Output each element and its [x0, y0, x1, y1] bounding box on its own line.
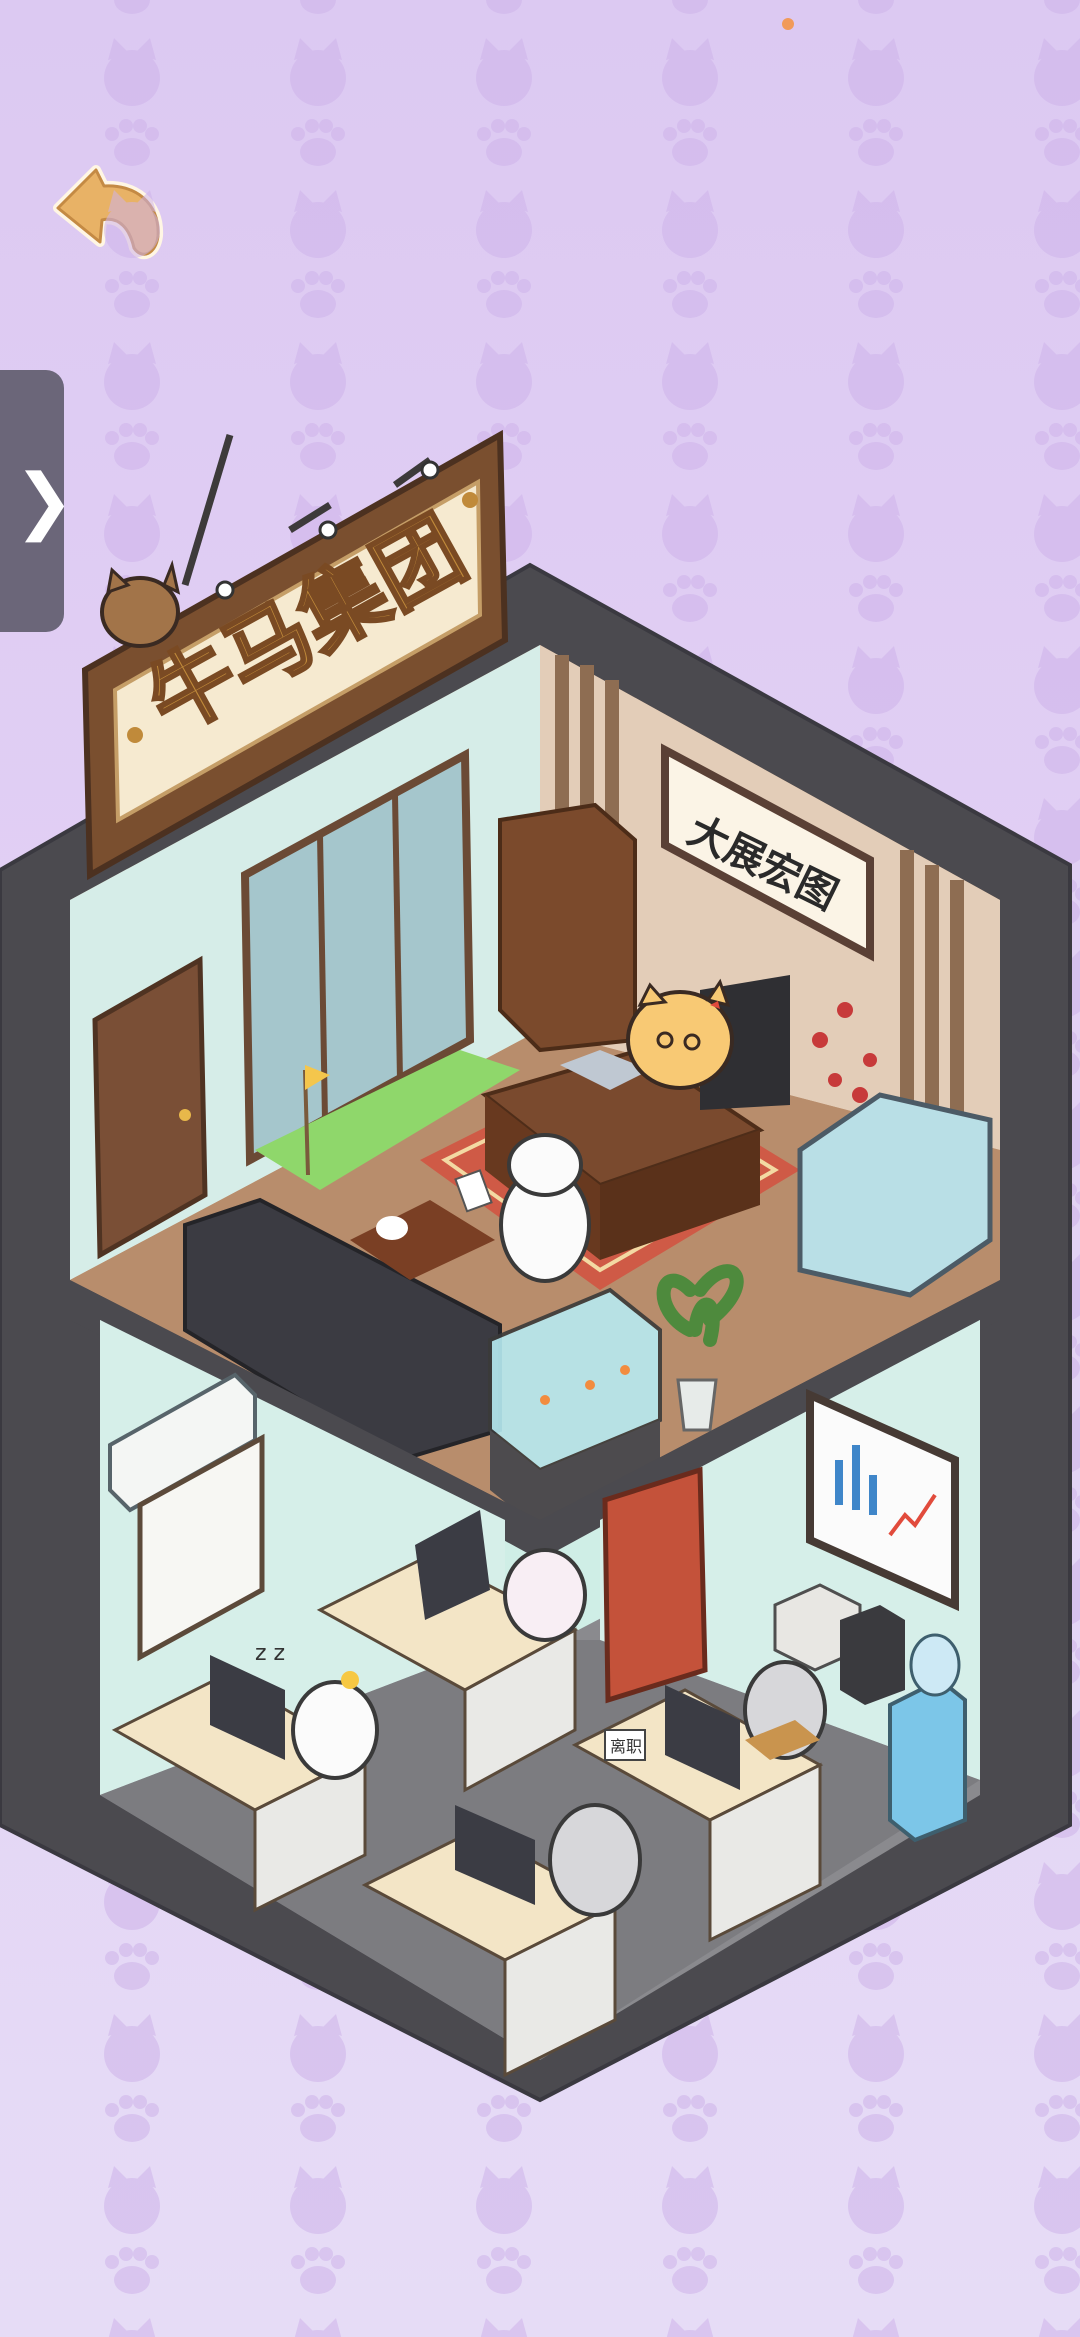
back-door[interactable]: [602, 1466, 708, 1704]
gray-cat-with-box[interactable]: [743, 1660, 827, 1760]
bookshelf[interactable]: [498, 802, 637, 1053]
water-cooler[interactable]: [888, 1677, 967, 1843]
employee-cat-white[interactable]: [499, 1133, 591, 1283]
white-cat-lower[interactable]: [503, 1548, 587, 1642]
game-scene: 大展宏图 离职 z z 牛马集团: [0, 0, 1080, 2337]
sign-cat: [100, 559, 181, 648]
memo-note-text: 离职: [610, 1737, 642, 1756]
angry-gray-cat[interactable]: [548, 1803, 642, 1917]
coffee-machine[interactable]: [840, 1605, 905, 1705]
sleep-z-icon: z z: [255, 1641, 285, 1666]
